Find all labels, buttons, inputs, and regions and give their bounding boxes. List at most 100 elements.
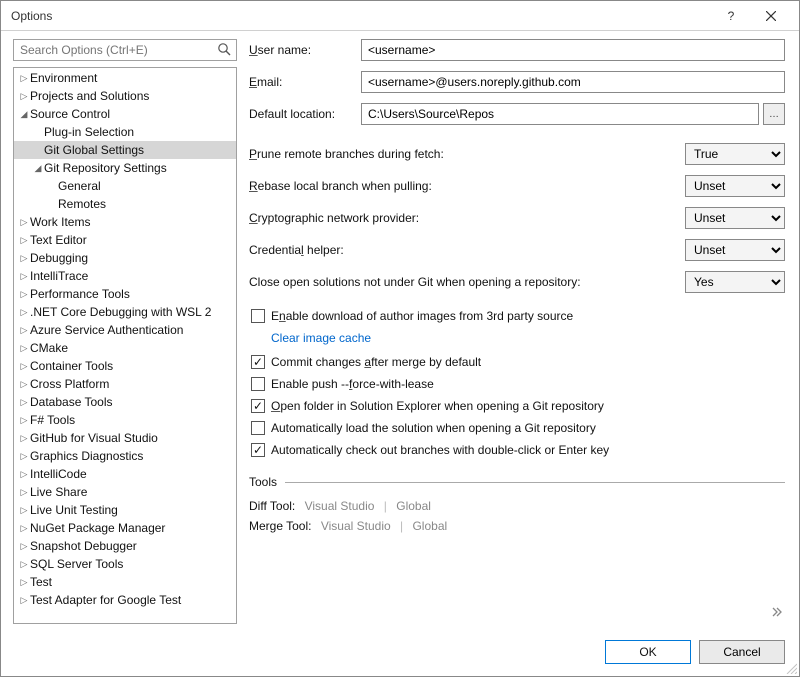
tree-item[interactable]: ▷IntelliTrace bbox=[14, 267, 236, 285]
tree-item[interactable]: Remotes bbox=[14, 195, 236, 213]
email-input[interactable] bbox=[361, 71, 785, 93]
tree-item[interactable]: ▷Environment bbox=[14, 69, 236, 87]
expand-icon[interactable]: ▷ bbox=[18, 217, 30, 228]
expand-icon[interactable]: ▷ bbox=[18, 505, 30, 516]
expand-icon[interactable]: ▷ bbox=[18, 235, 30, 246]
force-lease-checkbox[interactable] bbox=[251, 377, 265, 391]
expand-icon[interactable]: ▷ bbox=[18, 289, 30, 300]
help-button[interactable]: ? bbox=[711, 2, 751, 30]
tree-item[interactable]: ▷Container Tools bbox=[14, 357, 236, 375]
expand-icon[interactable]: ▷ bbox=[18, 307, 30, 318]
expand-icon[interactable]: ▷ bbox=[18, 577, 30, 588]
expand-icon[interactable]: ▷ bbox=[18, 523, 30, 534]
tree-item[interactable]: ▷Live Unit Testing bbox=[14, 501, 236, 519]
commit-after-merge-row[interactable]: Commit changes after merge by default bbox=[249, 355, 785, 369]
cancel-button[interactable]: Cancel bbox=[699, 640, 785, 664]
tree-item[interactable]: ▷.NET Core Debugging with WSL 2 bbox=[14, 303, 236, 321]
tree-item-label: F# Tools bbox=[30, 413, 75, 427]
options-tree[interactable]: ▷Environment▷Projects and Solutions◢Sour… bbox=[13, 67, 237, 624]
expand-icon[interactable]: ▷ bbox=[18, 541, 30, 552]
auto-load-checkbox[interactable] bbox=[251, 421, 265, 435]
close-solutions-select[interactable]: Yes bbox=[685, 271, 785, 293]
tree-item[interactable]: ▷Work Items bbox=[14, 213, 236, 231]
tree-item[interactable]: ▷Debugging bbox=[14, 249, 236, 267]
open-folder-row[interactable]: Open folder in Solution Explorer when op… bbox=[249, 399, 785, 413]
expand-icon[interactable]: ▷ bbox=[18, 253, 30, 264]
expand-icon[interactable]: ▷ bbox=[18, 325, 30, 336]
tree-item[interactable]: General bbox=[14, 177, 236, 195]
expand-icon[interactable]: ▷ bbox=[18, 433, 30, 444]
prune-label: Prune remote branches during fetch: bbox=[249, 147, 685, 161]
expand-icon[interactable]: ▷ bbox=[18, 271, 30, 282]
tree-item[interactable]: ▷Performance Tools bbox=[14, 285, 236, 303]
prune-select[interactable]: True bbox=[685, 143, 785, 165]
close-button[interactable] bbox=[751, 2, 791, 30]
expand-icon[interactable]: ▷ bbox=[18, 415, 30, 426]
tree-item[interactable]: ▷Cross Platform bbox=[14, 375, 236, 393]
tree-item[interactable]: ▷IntelliCode bbox=[14, 465, 236, 483]
expand-collapse-icon[interactable]: ◢ bbox=[18, 109, 30, 120]
expand-icon[interactable]: ▷ bbox=[18, 469, 30, 480]
commit-after-merge-checkbox[interactable] bbox=[251, 355, 265, 369]
tree-item-label: GitHub for Visual Studio bbox=[30, 431, 158, 445]
tree-item-label: IntelliTrace bbox=[30, 269, 88, 283]
tree-item[interactable]: ▷GitHub for Visual Studio bbox=[14, 429, 236, 447]
expand-icon[interactable]: ▷ bbox=[18, 361, 30, 372]
expand-collapse-icon[interactable]: ◢ bbox=[32, 163, 44, 174]
default-location-input[interactable] bbox=[361, 103, 759, 125]
browse-button[interactable]: … bbox=[763, 103, 785, 125]
rebase-select[interactable]: Unset bbox=[685, 175, 785, 197]
tree-item[interactable]: ▷F# Tools bbox=[14, 411, 236, 429]
dialog-body: ▷Environment▷Projects and Solutions◢Sour… bbox=[1, 31, 799, 630]
tree-item[interactable]: ▷Test bbox=[14, 573, 236, 591]
tree-item[interactable]: ▷Test Adapter for Google Test bbox=[14, 591, 236, 609]
expand-icon[interactable]: ▷ bbox=[18, 487, 30, 498]
settings-panel: User name: Email: Default location: … Pr… bbox=[249, 39, 787, 624]
expand-icon[interactable]: ▷ bbox=[18, 451, 30, 462]
tree-item[interactable]: Git Global Settings bbox=[14, 141, 236, 159]
tree-item[interactable]: ◢Source Control bbox=[14, 105, 236, 123]
tree-item[interactable]: ▷Text Editor bbox=[14, 231, 236, 249]
force-lease-row[interactable]: Enable push --force-with-lease bbox=[249, 377, 785, 391]
diff-tool-vs-option[interactable]: Visual Studio bbox=[305, 499, 375, 513]
tree-item[interactable]: ▷Database Tools bbox=[14, 393, 236, 411]
search-wrap bbox=[13, 39, 237, 61]
expand-icon[interactable]: ▷ bbox=[18, 595, 30, 606]
enable-author-images-row[interactable]: Enable download of author images from 3r… bbox=[249, 309, 785, 323]
expand-icon[interactable]: ▷ bbox=[18, 559, 30, 570]
expand-icon[interactable]: ▷ bbox=[18, 397, 30, 408]
tree-item[interactable]: ▷Snapshot Debugger bbox=[14, 537, 236, 555]
expand-icon[interactable]: ▷ bbox=[18, 343, 30, 354]
tree-item[interactable]: ▷Graphics Diagnostics bbox=[14, 447, 236, 465]
crypto-select[interactable]: Unset bbox=[685, 207, 785, 229]
tree-item-label: Plug-in Selection bbox=[44, 125, 134, 139]
tree-item[interactable]: ▷SQL Server Tools bbox=[14, 555, 236, 573]
tree-item[interactable]: ▷CMake bbox=[14, 339, 236, 357]
auto-load-row[interactable]: Automatically load the solution when ope… bbox=[249, 421, 785, 435]
diff-tool-global-option[interactable]: Global bbox=[396, 499, 431, 513]
enable-author-images-checkbox[interactable] bbox=[251, 309, 265, 323]
tree-item[interactable]: ▷NuGet Package Manager bbox=[14, 519, 236, 537]
search-input[interactable] bbox=[13, 39, 237, 61]
tree-item[interactable]: ▷Azure Service Authentication bbox=[14, 321, 236, 339]
merge-tool-global-option[interactable]: Global bbox=[412, 519, 447, 533]
scroll-down-chevron[interactable] bbox=[769, 604, 785, 620]
open-folder-checkbox[interactable] bbox=[251, 399, 265, 413]
resize-grip[interactable] bbox=[785, 662, 797, 674]
tools-label: Tools bbox=[249, 475, 277, 489]
expand-icon[interactable]: ▷ bbox=[18, 91, 30, 102]
expand-icon[interactable]: ▷ bbox=[18, 379, 30, 390]
tree-item[interactable]: ▷Live Share bbox=[14, 483, 236, 501]
credential-select[interactable]: Unset bbox=[685, 239, 785, 261]
auto-checkout-checkbox[interactable] bbox=[251, 443, 265, 457]
tree-item[interactable]: ▷Projects and Solutions bbox=[14, 87, 236, 105]
tree-item[interactable]: Plug-in Selection bbox=[14, 123, 236, 141]
clear-image-cache-link[interactable]: Clear image cache bbox=[271, 331, 371, 345]
auto-checkout-row[interactable]: Automatically check out branches with do… bbox=[249, 443, 785, 457]
left-panel: ▷Environment▷Projects and Solutions◢Sour… bbox=[13, 39, 237, 624]
ok-button[interactable]: OK bbox=[605, 640, 691, 664]
expand-icon[interactable]: ▷ bbox=[18, 73, 30, 84]
tree-item[interactable]: ◢Git Repository Settings bbox=[14, 159, 236, 177]
merge-tool-vs-option[interactable]: Visual Studio bbox=[321, 519, 391, 533]
username-input[interactable] bbox=[361, 39, 785, 61]
